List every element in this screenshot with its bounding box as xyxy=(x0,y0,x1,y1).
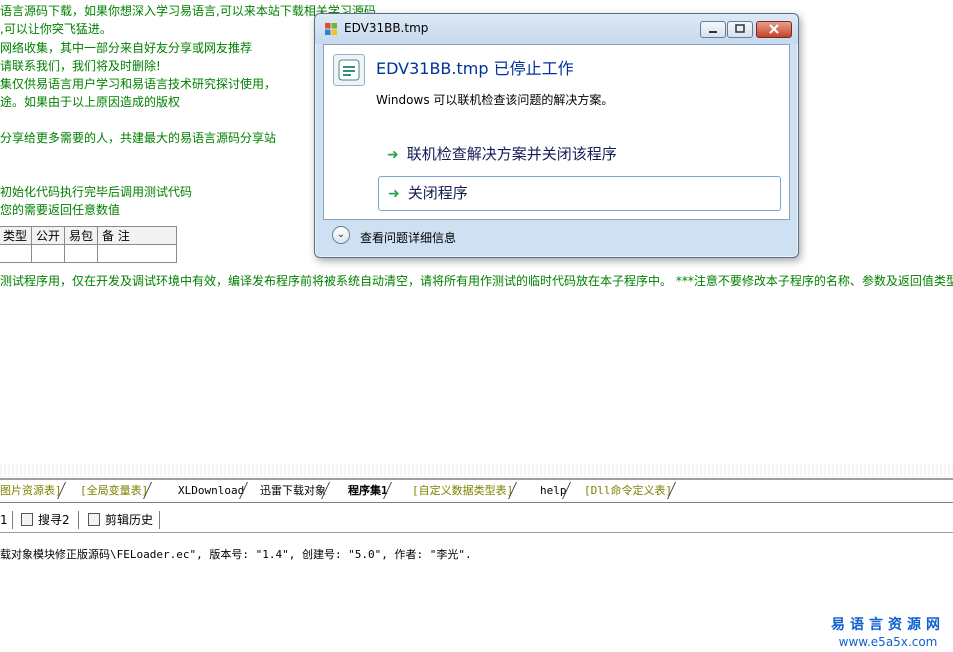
tab-separator xyxy=(148,482,156,499)
tab-separator xyxy=(513,482,521,499)
param-header-remark: 备 注 xyxy=(97,226,178,245)
tab-label: 1 xyxy=(0,513,8,527)
code-comment-long: 测试程序用，仅在开发及调试环境中有效，编译发布程序前将被系统自动清空，请将所有用… xyxy=(0,274,953,288)
tab-label: 迅雷下载对象 xyxy=(260,484,326,497)
check-online-solution-button[interactable]: ➜ 联机检查解决方案并关闭该程序 xyxy=(378,138,781,173)
dialog-message: Windows 可以联机检查该问题的解决方案。 xyxy=(376,93,614,107)
parameter-table: 类型 公开 易包 备 注 xyxy=(0,226,178,263)
divider xyxy=(12,511,13,529)
tab-separator xyxy=(244,482,252,499)
tab-label: 程序集1 xyxy=(348,484,388,497)
ide-window: 语言源码下载，如果你想深入学习易语言,可以来本站下载相关学习源码 ,可以让你突飞… xyxy=(0,0,953,652)
close-icon xyxy=(769,24,779,34)
code-comment-line: ,可以让你突飞猛进。 xyxy=(0,22,112,36)
param-header-public: 公开 xyxy=(31,226,66,245)
tab-separator xyxy=(62,482,70,499)
tab-label: 搜寻2 xyxy=(38,513,70,527)
tab-search-2[interactable]: 搜寻2 xyxy=(21,511,70,529)
tab-xldownload[interactable]: XLDownload xyxy=(178,482,248,499)
tab-label: 图片资源表] xyxy=(0,484,62,497)
param-cell[interactable] xyxy=(31,244,66,263)
tab-xunlei-download-object[interactable]: 迅雷下载对象 xyxy=(260,482,330,499)
tab-separator xyxy=(567,482,575,499)
command-label: 联机检查解决方案并关闭该程序 xyxy=(406,145,617,163)
watermark-url: www.e5a5x.com xyxy=(838,635,938,649)
tab-image-resources[interactable]: 图片资源表] xyxy=(0,482,66,499)
green-arrow-icon: ➜ xyxy=(388,186,400,202)
view-details-link[interactable]: 查看问题详细信息 xyxy=(360,229,456,246)
search-results-icon xyxy=(21,513,33,526)
command-label: 关闭程序 xyxy=(407,184,468,202)
maximize-button[interactable] xyxy=(727,21,753,38)
tab-label: 剪辑历史 xyxy=(105,513,154,527)
tab-global-variables[interactable]: [全局变量表] xyxy=(80,482,152,499)
clipboard-icon xyxy=(88,513,100,526)
close-program-button[interactable]: ➜ 关闭程序 xyxy=(378,176,781,211)
tab-separator xyxy=(388,482,396,499)
editor-tab-strip: 图片资源表] [全局变量表] XLDownload 迅雷下载对象 程序集1 [自… xyxy=(0,478,953,503)
tab-help[interactable]: help xyxy=(540,482,571,499)
tab-label: [自定义数据类型表] xyxy=(412,484,514,497)
code-comment-line: 您的需要返回任意数值 xyxy=(0,203,121,217)
divider xyxy=(78,511,79,529)
program-icon xyxy=(338,59,360,81)
tab-separator xyxy=(326,482,334,499)
tab-label: [Dll命令定义表] xyxy=(584,484,673,497)
minimize-button[interactable] xyxy=(700,21,726,38)
green-arrow-icon: ➜ xyxy=(387,147,399,163)
code-comment-line: 分享给更多需要的人，共建最大的易语言源码分享站 xyxy=(0,131,277,145)
param-cell[interactable] xyxy=(0,244,33,263)
editor-hscroll-area xyxy=(0,464,953,478)
output-panel-tabs: 1 搜寻2 剪辑历史 xyxy=(0,508,953,533)
maximize-icon xyxy=(735,24,745,33)
tab-clipboard-history[interactable]: 剪辑历史 xyxy=(88,511,153,529)
main-instruction: EDV31BB.tmp 已停止工作 xyxy=(376,59,574,78)
code-comment-line: 初始化代码执行完毕后调用测试代码 xyxy=(0,185,193,199)
tab-program-set-1[interactable]: 程序集1 xyxy=(348,482,392,499)
minimize-icon xyxy=(709,31,717,33)
dialog-footer: ⌄ 查看问题详细信息 xyxy=(323,220,790,251)
param-header-epackage: 易包 xyxy=(64,226,99,245)
code-comment-line: 集仅供易语言用户学习和易语言技术研究探讨使用， xyxy=(0,77,277,91)
dialog-titlebar[interactable]: EDV31BB.tmp xyxy=(315,14,798,44)
param-cell[interactable] xyxy=(64,244,99,263)
expand-details-button[interactable]: ⌄ xyxy=(332,226,350,244)
code-comment-line: 途。如果由于以上原因造成的版权 xyxy=(0,95,181,109)
crash-dialog: EDV31BB.tmp EDV31BB.tmp 已停止工作 Windows 可以… xyxy=(314,13,799,258)
tab-search-1[interactable]: 1 xyxy=(0,511,8,529)
param-header-type: 类型 xyxy=(0,226,33,245)
tab-label: [全局变量表] xyxy=(80,484,149,497)
site-watermark: 易语言资源网 www.e5a5x.com xyxy=(831,614,945,649)
param-cell[interactable] xyxy=(97,244,178,263)
windows-flag-icon xyxy=(325,23,337,35)
divider xyxy=(159,511,160,529)
code-comment-line: 网络收集，其中一部分来自好友分享或网友推荐 xyxy=(0,41,253,55)
output-message: 载对象模块修正版源码\FELoader.ec", 版本号: "1.4", 创建号… xyxy=(0,548,472,561)
chevron-down-icon: ⌄ xyxy=(336,229,346,240)
code-comment-line: 请联系我们，我们将及时删除! xyxy=(0,59,161,73)
dialog-content: EDV31BB.tmp 已停止工作 Windows 可以联机检查该问题的解决方案… xyxy=(323,44,790,220)
dialog-title: EDV31BB.tmp xyxy=(344,21,429,35)
tab-dll-commands[interactable]: [Dll命令定义表] xyxy=(584,482,676,499)
tab-separator xyxy=(672,482,680,499)
close-button[interactable] xyxy=(756,21,792,38)
watermark-cn: 易语言资源网 xyxy=(831,617,945,633)
tab-label: XLDownload xyxy=(178,484,245,497)
tab-custom-data-types[interactable]: [自定义数据类型表] xyxy=(412,482,517,499)
application-icon xyxy=(333,54,365,86)
